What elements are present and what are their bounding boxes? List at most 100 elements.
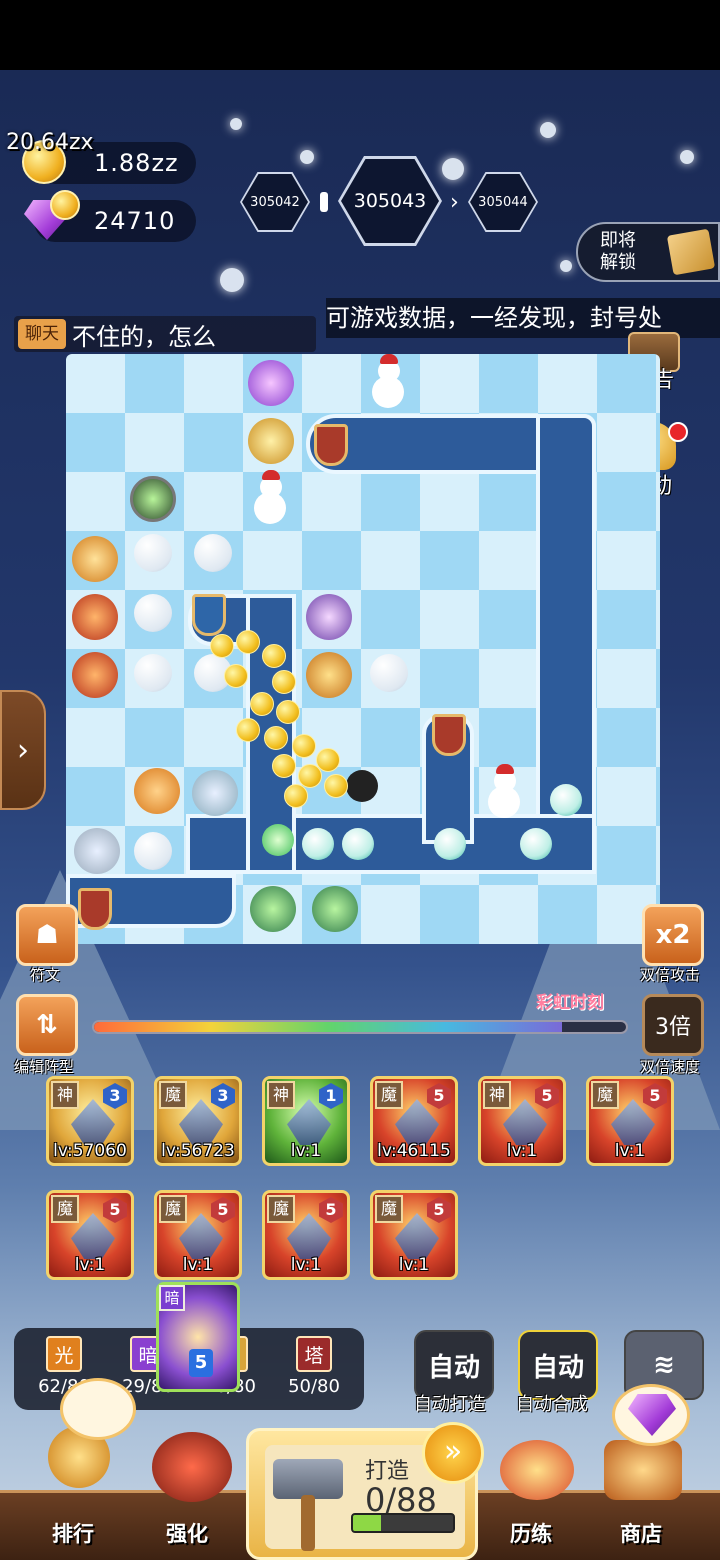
skull-banner: [432, 714, 466, 756]
tower-unit[interactable]: [72, 652, 118, 698]
gold-coin: [224, 664, 248, 688]
tower-unit[interactable]: [74, 828, 120, 874]
gold-coin: [264, 726, 288, 750]
nav-upgrade[interactable]: 强化: [166, 1518, 208, 1548]
rainbow-label: 彩虹时刻: [536, 993, 604, 1013]
speed-value: 3倍: [655, 1015, 691, 1040]
hero-card[interactable]: 魔 5 lv:1: [370, 1190, 458, 1280]
card-tag: 神: [483, 1081, 511, 1109]
gold-coin: [272, 754, 296, 778]
card-rank: 3: [211, 1083, 235, 1109]
stage-arrow-icon: ›: [450, 190, 459, 215]
stage-connector: [320, 192, 328, 212]
chat-message: 不住的，怎么: [72, 322, 216, 351]
training-icon[interactable]: [500, 1440, 574, 1500]
nav-rank[interactable]: 排行: [52, 1518, 94, 1548]
tower-unit[interactable]: [248, 360, 294, 406]
double-speed-button[interactable]: 3倍: [642, 994, 704, 1056]
tower-unit[interactable]: [250, 886, 296, 932]
nav-train[interactable]: 历练: [510, 1518, 552, 1548]
tower-unit[interactable]: [306, 594, 352, 640]
dark-card-count: 5: [189, 1349, 213, 1377]
unlock-button[interactable]: 即将 解锁: [576, 222, 720, 282]
fast-forward-icon: »: [443, 1434, 463, 1469]
card-tag: 神: [267, 1081, 295, 1109]
gold-coin: [284, 784, 308, 808]
enemy: [434, 828, 466, 860]
chevron-right-icon: ›: [17, 732, 29, 768]
enemy: [342, 828, 374, 860]
tower-unit[interactable]: [312, 886, 358, 932]
card-rank: 5: [535, 1083, 559, 1109]
gold-coin: [272, 670, 296, 694]
card-tag: 魔: [159, 1195, 187, 1223]
hero-card[interactable]: 魔 5 lv:1: [586, 1076, 674, 1166]
rune-button[interactable]: ☗: [16, 904, 78, 966]
card-rank: 5: [427, 1197, 451, 1223]
fast-forward-button[interactable]: »: [422, 1422, 484, 1484]
hero-card[interactable]: 魔 5 lv:1: [154, 1190, 242, 1280]
shop-cart-icon[interactable]: [604, 1440, 682, 1500]
shield-banner: [192, 594, 226, 636]
card-tag: 魔: [159, 1081, 187, 1109]
hero-card[interactable]: 魔 5 lv:1: [46, 1190, 134, 1280]
chat-bar[interactable]: 聊天 不住的，怎么: [14, 316, 316, 352]
snowball: [194, 534, 232, 572]
sword-upgrade-icon[interactable]: [152, 1432, 232, 1502]
tower-unit[interactable]: [306, 652, 352, 698]
chat-tag: 聊天: [18, 319, 66, 349]
nav-shop[interactable]: 商店: [620, 1518, 662, 1548]
gold-coin: [276, 700, 300, 724]
snowflake: [540, 122, 556, 138]
card-rank: 5: [643, 1083, 667, 1109]
edit-formation-button[interactable]: ⇅: [16, 994, 78, 1056]
hero-card[interactable]: 神 5 lv:1: [478, 1076, 566, 1166]
snowball: [134, 534, 172, 572]
card-level: lv:1: [506, 1141, 538, 1161]
expand-arrow-button[interactable]: ›: [0, 690, 46, 810]
dark-card[interactable]: 暗 5: [156, 1282, 240, 1392]
rainbow-progress-fill: [94, 1022, 563, 1032]
game-board[interactable]: [66, 354, 660, 944]
element-counter: 塔 50/80: [274, 1336, 354, 1397]
double-attack-label: 双倍攻击: [640, 966, 701, 984]
double-attack-button[interactable]: x2: [642, 904, 704, 966]
hero-card[interactable]: 神 1 lv:1: [262, 1076, 350, 1166]
tower-unit[interactable]: [72, 536, 118, 582]
tower-unit[interactable]: [134, 768, 180, 814]
snowflake: [300, 150, 314, 164]
card-level: lv:1: [182, 1255, 214, 1275]
auto-merge-text: 自动: [531, 1352, 584, 1383]
auto-forge-label: 自动打造: [414, 1394, 486, 1415]
gold-total-value: 20.64zx: [6, 130, 94, 155]
hero-card[interactable]: 魔 3 lv:56723: [154, 1076, 242, 1166]
card-rank: 3: [103, 1083, 127, 1109]
enemy: [302, 828, 334, 860]
tower-unit[interactable]: [248, 418, 294, 464]
card-tag: 神: [51, 1081, 79, 1109]
layers-icon: ≋: [653, 1350, 675, 1380]
card-level: lv:1: [398, 1255, 430, 1275]
gold-coin: [236, 630, 260, 654]
hero-card[interactable]: 魔 5 lv:1: [262, 1190, 350, 1280]
tower-unit[interactable]: [72, 594, 118, 640]
card-level: lv:1: [290, 1255, 322, 1275]
card-level: lv:1: [614, 1141, 646, 1161]
hero-card[interactable]: 魔 5 lv:46115: [370, 1076, 458, 1166]
speech-bubble-icon[interactable]: [60, 1378, 136, 1440]
card-rank: 5: [319, 1197, 343, 1223]
snowflake: [680, 150, 694, 164]
map-icon: [666, 228, 716, 276]
element-badge: 塔: [296, 1336, 332, 1372]
tower-unit[interactable]: [192, 770, 238, 816]
card-tag: 魔: [375, 1195, 403, 1223]
snowflake: [230, 118, 242, 130]
snowman: [484, 764, 524, 820]
forge-progress-fill: [353, 1515, 381, 1531]
tower-unit[interactable]: [130, 476, 176, 522]
hammer-icon: [273, 1459, 343, 1499]
hero-card[interactable]: 神 3 lv:57060: [46, 1076, 134, 1166]
notification-dot: [668, 422, 688, 442]
dark-card-tag: 暗: [159, 1285, 185, 1311]
gold-coin: [324, 774, 348, 798]
